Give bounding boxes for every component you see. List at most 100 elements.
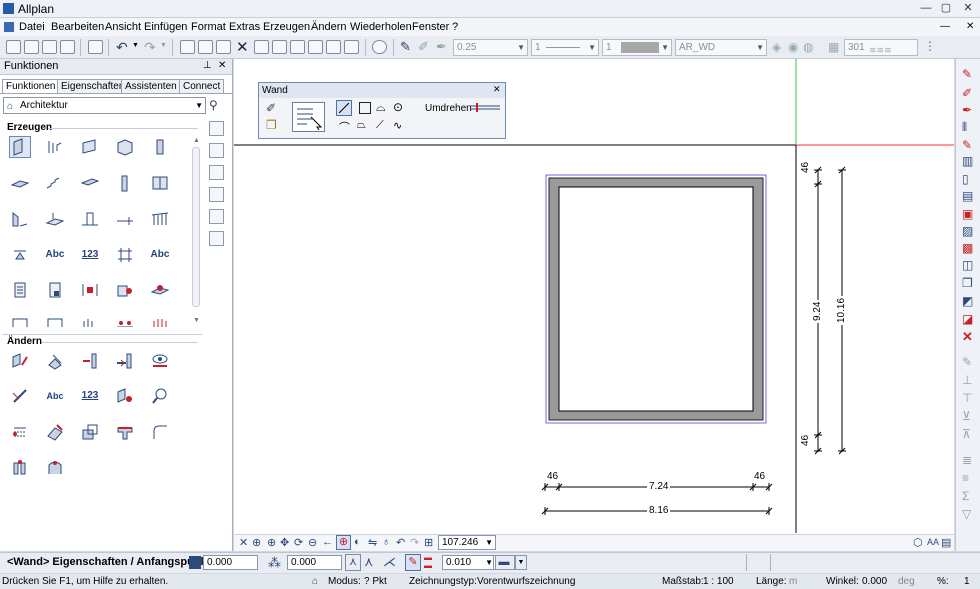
arc-wall-icon[interactable]: ⌒ xyxy=(339,119,350,135)
ortho-icon[interactable]: ♁ xyxy=(382,536,390,548)
text-size-icon[interactable]: AA xyxy=(927,537,939,547)
hatch-right-icon[interactable]: ▨ xyxy=(962,224,975,238)
tab-eigenschaften[interactable]: Eigenschaften xyxy=(57,79,129,93)
elevation-icon[interactable] xyxy=(10,245,30,265)
polygon-wall-icon[interactable]: ⏢ xyxy=(357,119,366,132)
input-mode-icon[interactable] xyxy=(189,556,201,569)
menu-erzeugen[interactable]: Erzeugen xyxy=(263,21,310,33)
format-brush-icon[interactable]: ✎ xyxy=(400,39,411,55)
recess-icon[interactable] xyxy=(45,209,65,229)
help-icon[interactable] xyxy=(372,40,387,54)
3d-view-icon[interactable] xyxy=(344,40,359,54)
pen-icon[interactable]: ✒ xyxy=(436,39,447,55)
copy-paste-icon[interactable] xyxy=(272,40,287,54)
layer-lock-icon[interactable]: ◍ xyxy=(803,40,813,54)
panel-close-icon[interactable]: ✕ xyxy=(218,60,226,71)
join-icon[interactable] xyxy=(80,351,100,371)
offset-icon[interactable] xyxy=(80,422,100,442)
rotate-icon[interactable] xyxy=(308,40,323,54)
minimize-button[interactable]: — xyxy=(917,1,935,16)
print-preview-icon[interactable] xyxy=(88,40,103,54)
visibility-eye-icon[interactable] xyxy=(150,351,170,371)
zoom-window-icon[interactable]: ⊕ xyxy=(252,536,261,549)
stack-red-icon[interactable] xyxy=(150,280,170,300)
copy-icon[interactable] xyxy=(198,40,213,54)
delete-icon[interactable]: ✕ xyxy=(236,38,249,56)
front-view-icon[interactable]: ⇋ xyxy=(368,536,377,549)
modify-label-icon[interactable] xyxy=(10,422,30,442)
copy-right-icon[interactable]: ❐ xyxy=(962,276,975,290)
text-abc-icon[interactable]: Abc xyxy=(45,245,65,265)
flip-direction-icon[interactable] xyxy=(469,101,501,113)
maximize-button[interactable]: ▢ xyxy=(937,1,955,16)
zoom-out-icon[interactable]: ⊖ xyxy=(308,536,317,549)
menu-extras[interactable]: Extras xyxy=(229,21,260,33)
zoom-in-icon[interactable]: ⊕ xyxy=(267,536,276,549)
modify-number-icon[interactable]: 123 xyxy=(80,386,100,406)
crosshair-toggle-icon[interactable]: ⊕ xyxy=(336,535,351,550)
layer-select[interactable]: AR_WD ▼ xyxy=(675,39,767,56)
menu-bearbeiten[interactable]: Bearbeiten xyxy=(51,21,104,33)
redo-icon[interactable]: ↷ xyxy=(144,39,156,56)
color-select[interactable]: 1 ▼ xyxy=(602,39,672,56)
tab-connect[interactable]: Connect xyxy=(179,79,225,93)
partial-icon-1[interactable] xyxy=(10,315,30,327)
wall-layer-icon[interactable]: ▬ xyxy=(493,555,515,570)
room-icon[interactable] xyxy=(150,173,170,193)
redo-view-icon[interactable]: ↷ xyxy=(410,536,419,549)
ortho-snap-icon[interactable]: ⋌ xyxy=(383,554,396,570)
number-123-icon[interactable]: 123 xyxy=(80,245,100,265)
wand-close-icon[interactable]: ✕ xyxy=(493,84,501,95)
scale-red-icon[interactable]: ◪ xyxy=(962,312,975,326)
track-icon[interactable]: ⋏ xyxy=(364,554,374,570)
delete-red-icon[interactable]: ✎ xyxy=(962,67,975,81)
module-select[interactable]: ⌂ Architektur ▼ xyxy=(3,97,206,114)
find-icon[interactable] xyxy=(150,386,170,406)
tool-red-icon[interactable]: ✎ xyxy=(962,138,975,152)
menu-fenster[interactable]: Fenster xyxy=(412,21,449,33)
modify-wall-icon[interactable] xyxy=(10,351,30,371)
save-icon[interactable] xyxy=(42,40,57,54)
cut-icon[interactable] xyxy=(180,40,195,54)
undo-view-icon[interactable]: ↶ xyxy=(396,536,405,549)
curve-icon[interactable]: ∿ xyxy=(393,119,402,132)
arc-mode-icon[interactable]: ⌓ xyxy=(376,100,386,115)
value-field-2[interactable]: 0.000 xyxy=(287,555,342,570)
properties-icon[interactable] xyxy=(292,102,325,132)
strip-wall-icon[interactable] xyxy=(209,143,224,158)
spline-icon[interactable]: ⟋ xyxy=(376,119,384,132)
partial-icon-5[interactable] xyxy=(150,315,170,327)
status-scale-value[interactable]: 1 : 100 xyxy=(703,574,734,589)
layer-filter-icon[interactable]: ◈ xyxy=(772,40,781,54)
views-icon[interactable]: ▤ xyxy=(941,536,951,549)
status-drawtype-value[interactable]: Vorentwurfszeichnung xyxy=(477,574,575,589)
thickness-field[interactable]: 0.010 ▼ xyxy=(442,555,496,570)
redo-dropdown-icon[interactable]: ▼ xyxy=(160,42,167,49)
chevron-down-icon[interactable]: ▼ xyxy=(515,555,527,570)
eraser-icon[interactable] xyxy=(45,351,65,371)
pan-icon[interactable]: ✥ xyxy=(280,536,289,549)
circle-mode-icon[interactable]: ⊙ xyxy=(393,100,403,114)
paste-icon[interactable] xyxy=(216,40,231,54)
eyedropper-icon[interactable]: ✐ xyxy=(418,39,429,55)
eyedropper-icon[interactable]: ✐ xyxy=(266,101,276,115)
close-button[interactable]: ✕ xyxy=(959,1,977,16)
modify-text-icon[interactable]: Abc xyxy=(45,386,65,406)
area-red-icon[interactable]: ▩ xyxy=(962,241,975,255)
layer-visible-icon[interactable]: ◉ xyxy=(788,40,798,54)
split-icon[interactable]: ▯ xyxy=(962,172,975,186)
thickness-icon[interactable]: ▬ ▬ xyxy=(424,554,439,571)
mirror-icon[interactable] xyxy=(290,40,305,54)
offset-red-icon[interactable]: ▣ xyxy=(962,207,975,221)
line-mode-icon[interactable] xyxy=(336,100,352,116)
new-project-icon[interactable] xyxy=(6,40,21,54)
mdi-minimize-button[interactable]: — xyxy=(940,21,950,32)
rectangle-mode-icon[interactable] xyxy=(359,102,371,114)
plan-view-icon[interactable]: ◐ xyxy=(354,536,361,548)
wall-curve-icon[interactable] xyxy=(80,137,100,157)
sweep-icon[interactable] xyxy=(115,280,135,300)
extend-icon[interactable] xyxy=(115,351,135,371)
dimension-vertical-icon[interactable]: ⫴ xyxy=(962,120,975,134)
layers-right-icon[interactable]: ◩ xyxy=(962,294,975,308)
layer-icon[interactable] xyxy=(326,40,341,54)
